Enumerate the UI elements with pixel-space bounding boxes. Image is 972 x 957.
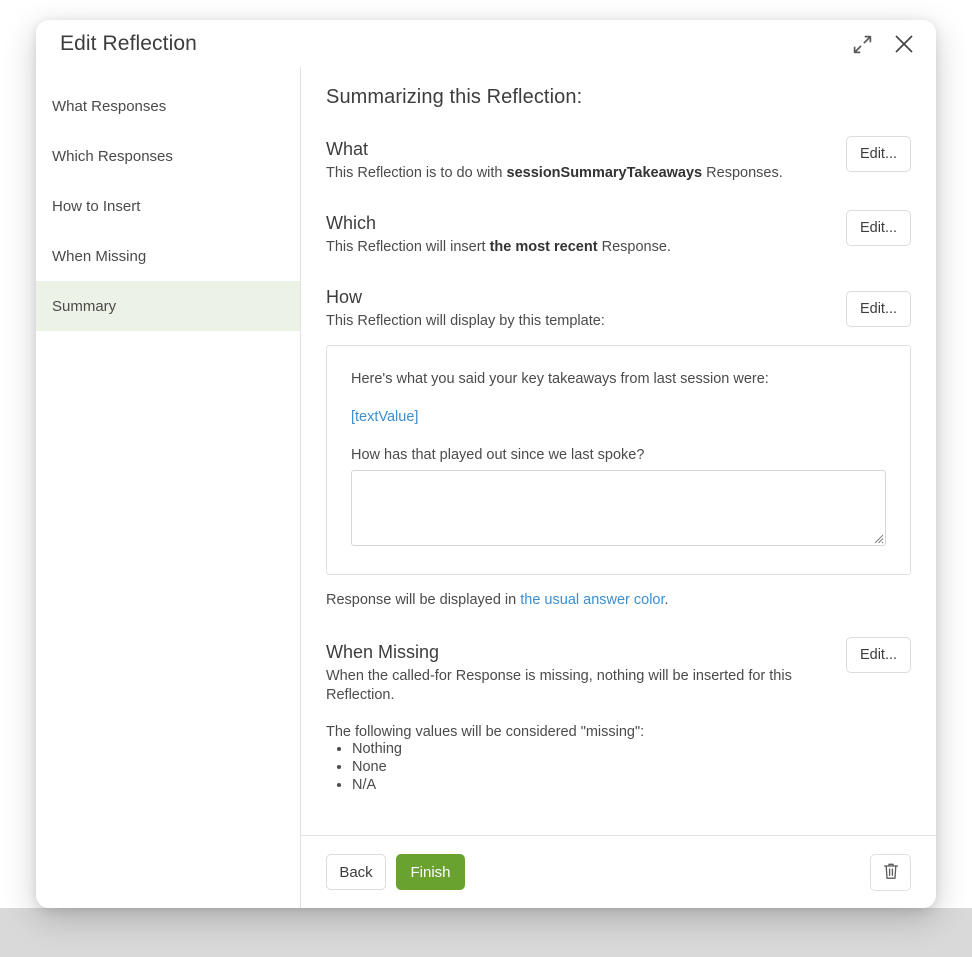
- sidebar-item-label: Which Responses: [52, 147, 173, 165]
- section-how-description: This Reflection will display by this tem…: [326, 313, 605, 330]
- section-when-missing-description: When the called-for Response is missing,…: [326, 667, 792, 704]
- page-title: Edit Reflection: [60, 31, 197, 55]
- close-icon-button[interactable]: [890, 30, 918, 58]
- trash-icon: [883, 862, 899, 883]
- answer-color-note-pre: Response will be displayed in: [326, 591, 521, 608]
- section-what-heading: What: [326, 139, 369, 159]
- template-text-value-token[interactable]: [textValue]: [351, 409, 886, 425]
- header-actions: [848, 30, 918, 58]
- missing-values-intro: The following values will be considered …: [326, 724, 645, 741]
- edit-what-button[interactable]: Edit...: [846, 136, 911, 172]
- section-what-desc-post: Responses.: [702, 165, 783, 181]
- section-which-desc-strong: the most recent: [489, 239, 598, 256]
- sidebar-item-label: Summary: [52, 297, 117, 315]
- template-preview-box: Here's what you said your key takeaways …: [326, 345, 911, 575]
- section-what-desc-strong: sessionSummaryTakeaways: [506, 165, 703, 181]
- expand-diagonal-icon: [853, 35, 872, 54]
- sidebar-item-which-responses[interactable]: Which Responses: [36, 131, 300, 181]
- dialog-footer: Back Finish: [301, 835, 936, 908]
- usual-answer-color-link[interactable]: the usual answer color: [520, 592, 664, 608]
- template-intro-line: Here's what you said your key takeaways …: [351, 371, 769, 388]
- sidebar-item-label: When Missing: [52, 247, 147, 265]
- section-which: Which This Reflection will insert the mo…: [326, 210, 911, 257]
- list-item: None: [352, 759, 911, 777]
- template-answer-textarea[interactable]: [351, 469, 886, 546]
- answer-color-note-post: .: [664, 591, 669, 608]
- edit-when-missing-button[interactable]: Edit...: [846, 636, 911, 673]
- section-how: How This Reflection will display by this…: [326, 287, 911, 608]
- expand-diagonal-icon-button[interactable]: [848, 30, 876, 58]
- main-panel: Summarizing this Reflection: What This R…: [301, 67, 936, 908]
- list-item: Nothing: [352, 741, 911, 759]
- edit-how-button[interactable]: Edit...: [846, 291, 911, 328]
- section-which-heading: Which: [326, 213, 377, 234]
- back-button[interactable]: Back: [326, 854, 386, 890]
- section-what: What This Reflection is to do with sessi…: [326, 136, 911, 183]
- answer-color-note: Response will be displayed in the usual …: [326, 592, 911, 608]
- list-item: N/A: [352, 777, 911, 795]
- section-which-description: This Reflection will insert the most rec…: [326, 238, 826, 257]
- sidebar-item-summary[interactable]: Summary: [36, 281, 300, 331]
- dialog-header: Edit Reflection: [36, 20, 936, 67]
- summary-heading: Summarizing this Reflection:: [326, 86, 583, 108]
- sidebar-item-label: How to Insert: [52, 197, 141, 215]
- sidebar-item-when-missing[interactable]: When Missing: [36, 231, 300, 281]
- finish-button[interactable]: Finish: [396, 854, 465, 890]
- section-how-heading: How: [326, 287, 363, 308]
- sidebar-item-how-to-insert[interactable]: How to Insert: [36, 181, 300, 231]
- template-prompt-line: How has that played out since we last sp…: [351, 446, 645, 463]
- delete-reflection-button[interactable]: [870, 854, 911, 891]
- sidebar-item-what-responses[interactable]: What Responses: [36, 81, 300, 131]
- template-answer-wrapper: [351, 469, 886, 546]
- edit-reflection-dialog: Edit Reflection What Responses Which Res…: [36, 20, 936, 908]
- close-icon: [893, 33, 915, 55]
- dialog-body: What Responses Which Responses How to In…: [36, 67, 936, 908]
- section-which-desc-pre: This Reflection will insert: [326, 239, 490, 256]
- main-scroll-area: Summarizing this Reflection: What This R…: [301, 67, 936, 835]
- section-when-missing-heading: When Missing: [326, 641, 440, 662]
- section-what-description: This Reflection is to do with sessionSum…: [326, 164, 826, 183]
- edit-which-button[interactable]: Edit...: [846, 210, 911, 247]
- sidebar: What Responses Which Responses How to In…: [36, 67, 301, 908]
- missing-values-list: Nothing None N/A: [326, 741, 911, 795]
- page-backdrop-bottom: [0, 908, 972, 957]
- section-which-desc-post: Response.: [597, 239, 671, 256]
- section-when-missing: When Missing When the called-for Respons…: [326, 636, 911, 795]
- section-what-desc-pre: This Reflection is to do with: [326, 165, 507, 181]
- sidebar-item-label: What Responses: [52, 97, 167, 115]
